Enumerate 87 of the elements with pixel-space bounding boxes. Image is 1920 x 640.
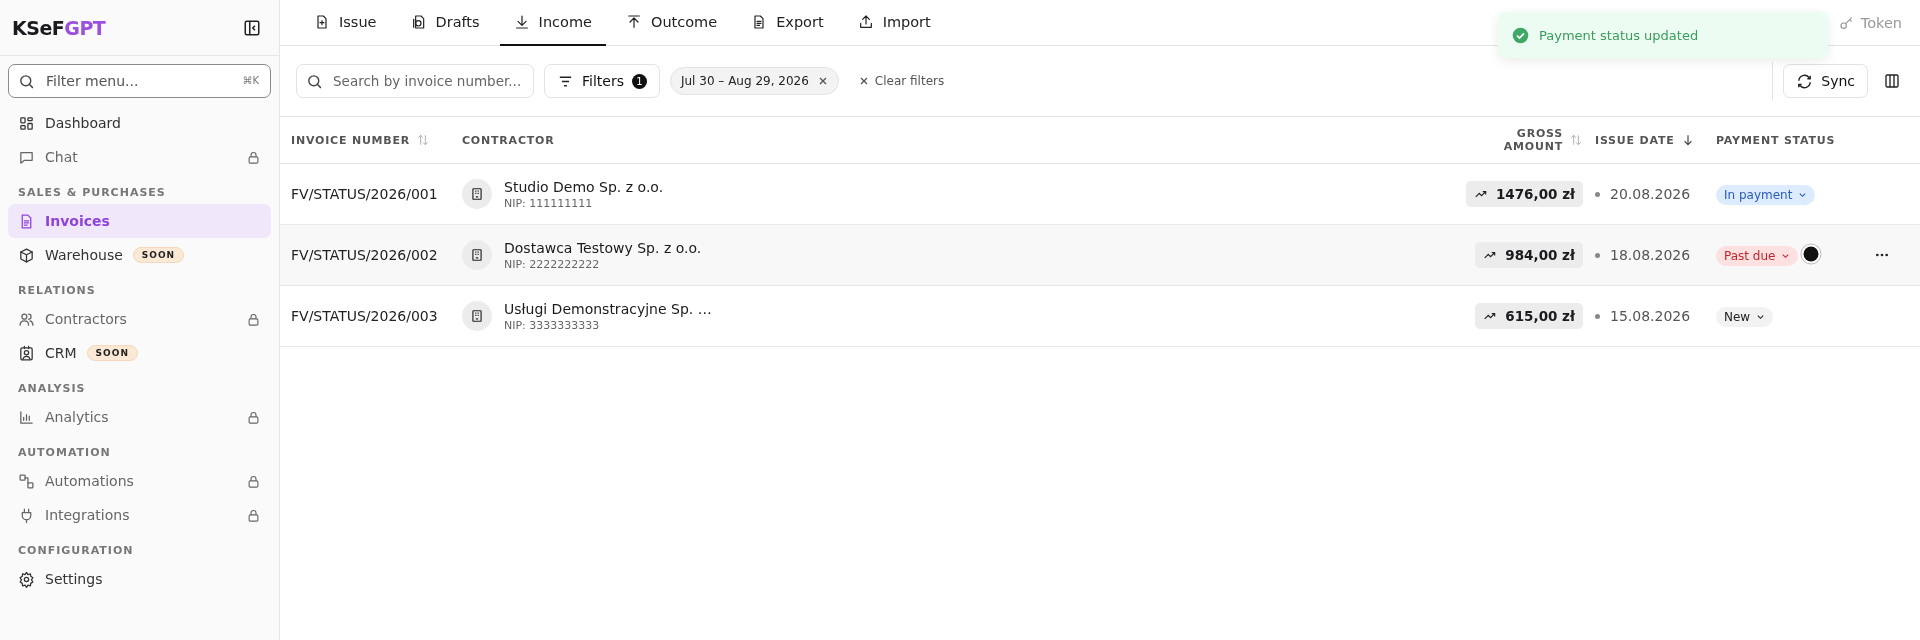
soon-badge: SOON bbox=[86, 345, 138, 361]
chevron-down-icon bbox=[1798, 190, 1808, 199]
sidebar-item[interactable]: Dashboard bbox=[8, 106, 271, 140]
sidebar-item[interactable]: Invoices bbox=[8, 204, 271, 238]
tab[interactable]: Drafts bbox=[396, 0, 494, 46]
issue-date: 15.08.2026 bbox=[1610, 308, 1691, 324]
section-title: RELATIONS bbox=[17, 283, 97, 299]
column-header: CONTRACTOR bbox=[462, 133, 555, 147]
soon-badge: SOON bbox=[132, 247, 185, 263]
shortcut-hint: ⌘K bbox=[242, 75, 259, 86]
section-title: CONFIGURATION bbox=[17, 543, 135, 559]
search-icon bbox=[18, 73, 35, 90]
chevron-down-icon bbox=[1781, 251, 1791, 260]
close-icon bbox=[817, 76, 828, 86]
sync-icon bbox=[1796, 72, 1814, 90]
cursor-icon bbox=[1800, 243, 1822, 265]
column-header: GROSS AMOUNT bbox=[1503, 127, 1563, 153]
column-header: ISSUE DATE bbox=[1595, 133, 1675, 147]
success-icon bbox=[1512, 26, 1529, 44]
drafts-icon bbox=[410, 14, 427, 30]
payment-status-dropdown[interactable]: In payment bbox=[1716, 184, 1816, 205]
contractor-nip: NIP: 111111111 bbox=[504, 196, 594, 210]
sidebar-item[interactable]: Warehouse SOON bbox=[8, 238, 271, 272]
sidebar-item[interactable]: Settings bbox=[8, 562, 271, 596]
issue-date: 18.08.2026 bbox=[1610, 247, 1691, 263]
key-icon bbox=[1838, 14, 1855, 31]
date-range-chip[interactable]: Jul 30 – Aug 29, 2026 bbox=[669, 67, 839, 95]
contractor-name: Dostawca Testowy Sp. z o.o. bbox=[504, 239, 702, 256]
building-icon bbox=[462, 301, 492, 331]
sidebar-item[interactable]: Integrations bbox=[8, 498, 271, 532]
contractor-nip: NIP: 2222222222 bbox=[504, 257, 601, 271]
issue-date: 20.08.2026 bbox=[1610, 186, 1691, 202]
sidebar-item[interactable]: Contractors bbox=[8, 302, 271, 336]
table-row[interactable]: FV/STATUS/2026/002 Dostawca Testowy Sp. z o.o. NIP: 2222222222 984,00 zł 18.08.2026 Past due bbox=[280, 225, 1920, 286]
contractor-name: Studio Demo Sp. z o.o. bbox=[504, 178, 664, 195]
tab[interactable]: Outcome bbox=[611, 0, 732, 46]
tab[interactable]: Import bbox=[843, 0, 945, 46]
invoice-number: FV/STATUS/2026/001 bbox=[291, 186, 439, 202]
sidebar-item[interactable]: Automations bbox=[8, 464, 271, 498]
toast-message: Payment status updated bbox=[1539, 27, 1699, 43]
file-plus-icon bbox=[314, 14, 330, 30]
gross-amount: 615,00 zł bbox=[1475, 303, 1583, 329]
lock-icon bbox=[246, 149, 261, 165]
lock-icon bbox=[246, 507, 261, 523]
contractor-nip: NIP: 3333333333 bbox=[504, 318, 601, 332]
gross-amount: 984,00 zł bbox=[1475, 242, 1583, 268]
search-icon bbox=[306, 73, 323, 90]
column-header: PAYMENT STATUS bbox=[1716, 133, 1836, 147]
building-icon bbox=[462, 240, 492, 270]
column-header: INVOICE NUMBER bbox=[291, 133, 411, 147]
section-title: SALES & PURCHASES bbox=[17, 185, 167, 201]
close-icon bbox=[858, 76, 869, 86]
tab[interactable]: Export bbox=[737, 0, 838, 46]
chevron-down-icon bbox=[1756, 312, 1766, 321]
payment-status-dropdown[interactable]: New bbox=[1716, 306, 1774, 327]
tab[interactable]: Issue bbox=[300, 0, 391, 46]
sidebar-toggle-icon[interactable] bbox=[243, 18, 261, 37]
table-row[interactable]: FV/STATUS/2026/003 Usługi Demonstracyjne Sp. … NIP: 3333333333 615,00 zł 15.08.2026 New bbox=[280, 286, 1920, 347]
clear-filters-link[interactable]: Clear filters bbox=[852, 73, 951, 89]
box-icon bbox=[18, 246, 35, 264]
upload-icon bbox=[625, 14, 642, 30]
payment-status-dropdown[interactable]: Past due bbox=[1716, 245, 1799, 266]
lock-icon bbox=[246, 473, 261, 489]
sidebar-item[interactable]: Chat bbox=[8, 140, 271, 174]
settings-icon bbox=[18, 570, 35, 588]
invoice-search-field[interactable]: Search by invoice number... bbox=[296, 64, 534, 98]
download-icon bbox=[513, 14, 530, 30]
section-title: ANALYSIS bbox=[17, 381, 87, 397]
import-icon bbox=[857, 14, 874, 30]
building-icon bbox=[462, 179, 492, 209]
sync-button[interactable]: Sync bbox=[1783, 64, 1868, 98]
lock-icon bbox=[246, 409, 261, 425]
tab[interactable]: Income bbox=[499, 0, 606, 46]
gross-amount: 1476,00 zł bbox=[1465, 181, 1583, 207]
lock-icon bbox=[246, 311, 261, 327]
section-title: AUTOMATION bbox=[17, 445, 112, 461]
app-logo: KSeFGPT bbox=[12, 16, 106, 39]
grid-icon bbox=[18, 114, 35, 132]
filters-button[interactable]: Filters 1 bbox=[544, 64, 660, 98]
sidebar-item[interactable]: Analytics bbox=[8, 400, 271, 434]
contact-card-icon bbox=[18, 344, 35, 362]
sidebar-item[interactable]: CRM SOON bbox=[8, 336, 271, 370]
invoice-number: FV/STATUS/2026/002 bbox=[291, 247, 439, 263]
bar-chart-icon bbox=[18, 408, 35, 426]
contractor-name: Usługi Demonstracyjne Sp. … bbox=[504, 300, 712, 317]
workflow-icon bbox=[18, 472, 35, 490]
invoice-number: FV/STATUS/2026/003 bbox=[291, 308, 439, 324]
